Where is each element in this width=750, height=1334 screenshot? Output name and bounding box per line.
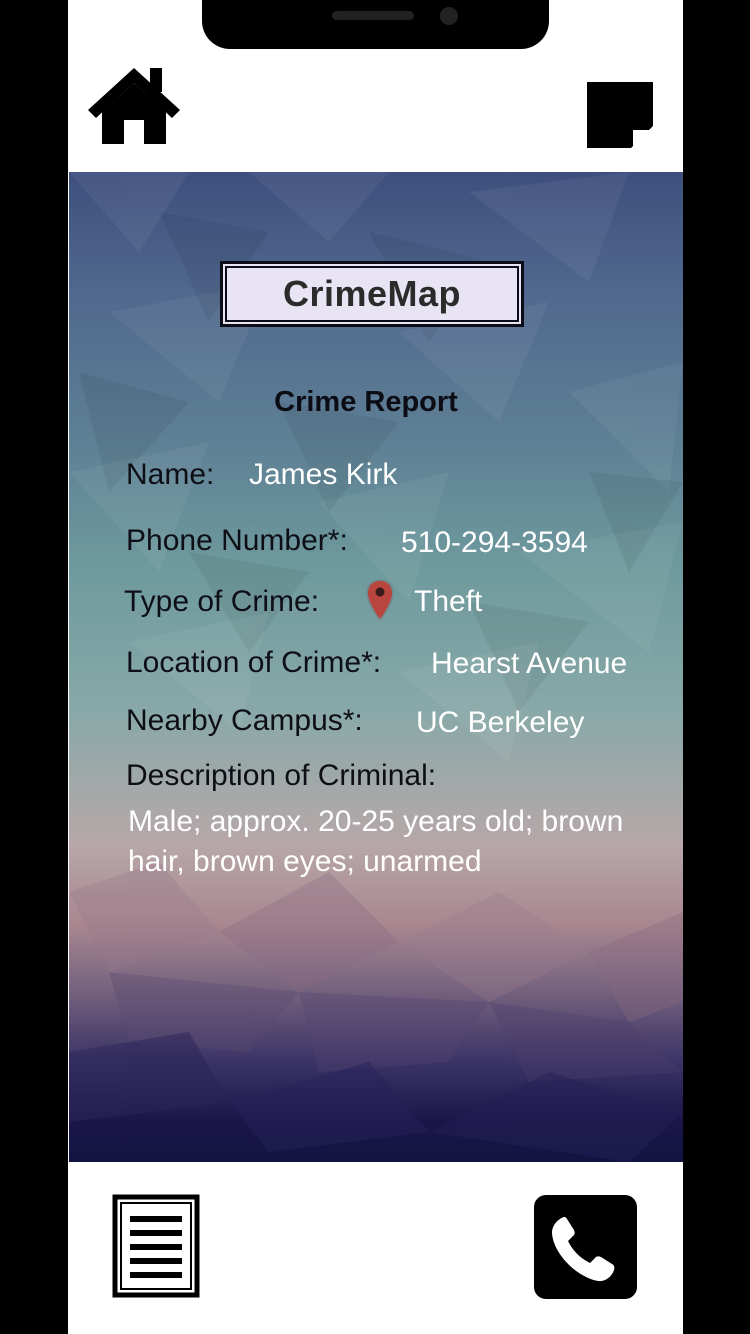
phone-icon <box>534 1195 637 1299</box>
crime-type-label: Type of Crime: <box>124 585 320 618</box>
note-button[interactable] <box>587 82 653 148</box>
report-title: Crime Report <box>274 386 458 418</box>
crime-type-value: Theft <box>414 585 483 618</box>
phone-screen: CrimeMap Crime Report Name: James Kirk P… <box>68 0 683 1334</box>
report-panel: CrimeMap Crime Report Name: James Kirk P… <box>69 172 683 1162</box>
home-button[interactable] <box>86 66 182 146</box>
reports-list-button[interactable] <box>112 1194 200 1298</box>
app-title-box: CrimeMap <box>220 261 524 327</box>
home-icon <box>88 68 180 144</box>
campus-label: Nearby Campus*: <box>126 704 363 737</box>
name-value: James Kirk <box>249 458 398 491</box>
phone-number-value: 510-294-3594 <box>401 526 588 559</box>
description-label: Description of Criminal: <box>126 759 437 792</box>
device-notch <box>202 0 549 49</box>
description-value: Male; approx. 20-25 years old; brown hai… <box>128 805 624 878</box>
front-camera <box>440 7 458 25</box>
speaker-grille <box>332 11 414 20</box>
name-label: Name: <box>126 458 215 491</box>
note-icon <box>587 82 653 148</box>
map-pin-icon <box>368 581 392 619</box>
app-title: CrimeMap <box>282 273 462 314</box>
call-button[interactable] <box>534 1195 637 1299</box>
location-label: Location of Crime*: <box>126 646 382 679</box>
document-list-icon <box>112 1194 200 1298</box>
campus-value: UC Berkeley <box>416 706 585 739</box>
location-value: Hearst Avenue <box>431 647 628 680</box>
phone-number-label: Phone Number*: <box>126 524 348 557</box>
